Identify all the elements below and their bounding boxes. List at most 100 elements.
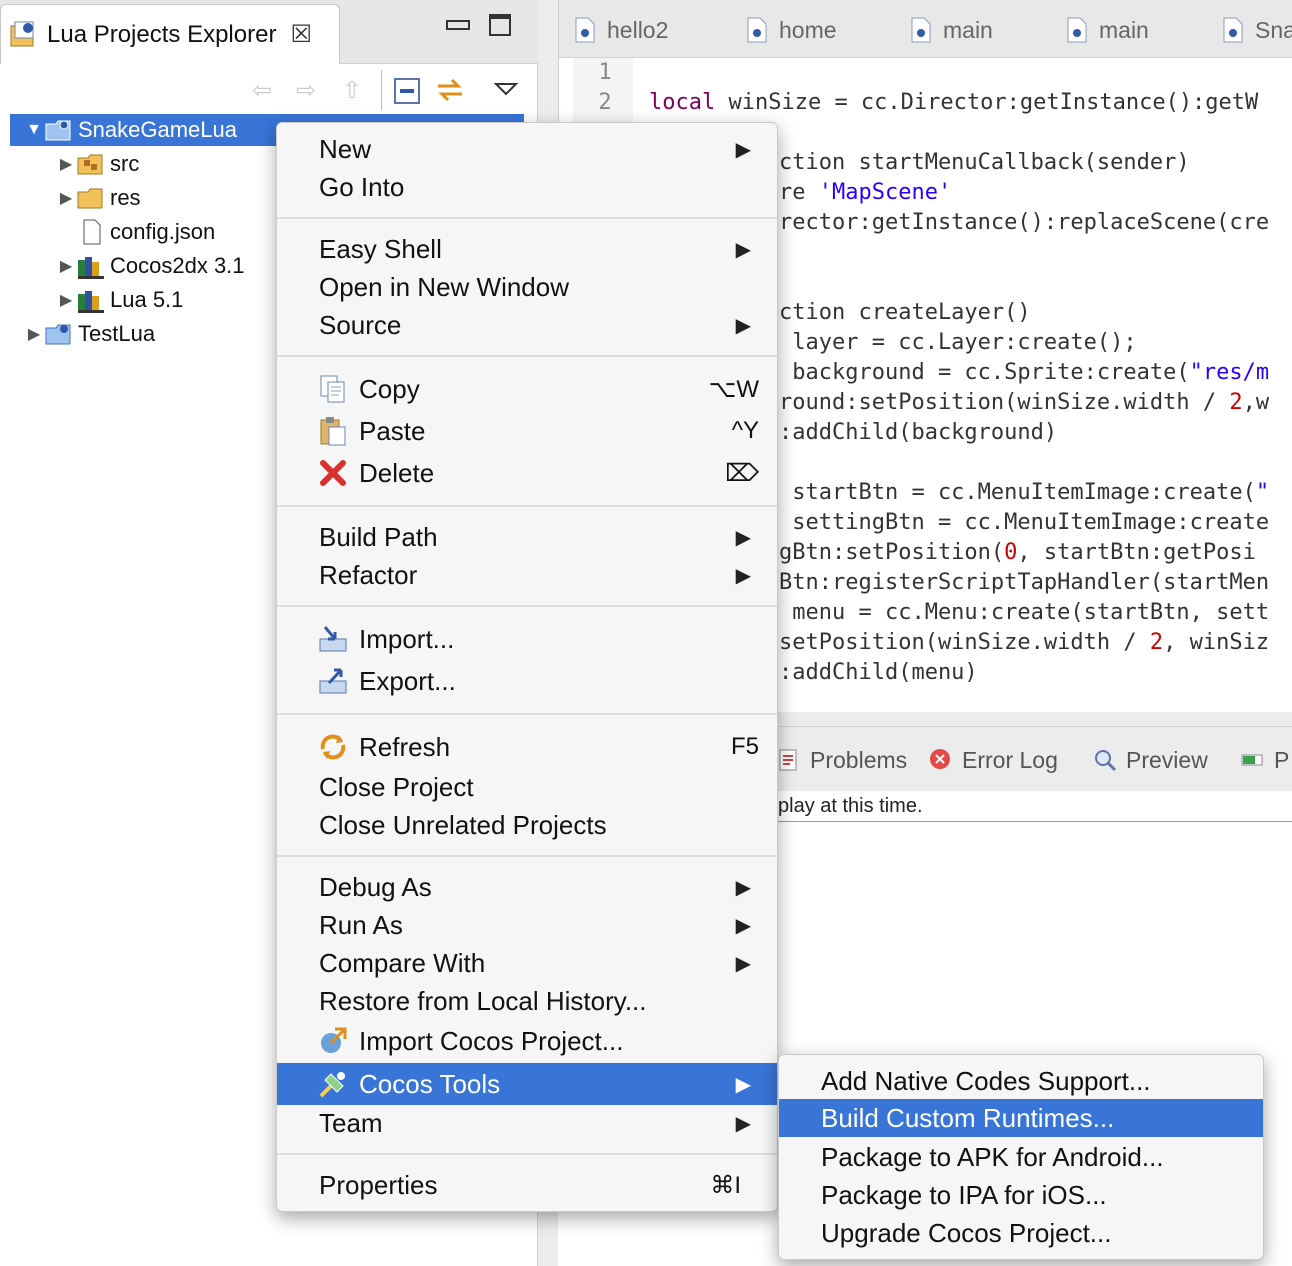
menu-item-team[interactable]: Team ▶ — [277, 1103, 777, 1143]
tree-item-res[interactable]: ▶ res — [56, 182, 141, 214]
menu-item-label: Build Custom Runtimes... — [821, 1102, 1115, 1133]
menu-item-refactor[interactable]: Refactor ▶ — [277, 555, 777, 595]
tree-item-testlua[interactable]: ▶ TestLua — [24, 318, 155, 350]
menu-item-import-cocos[interactable]: Import Cocos Project... — [277, 1021, 777, 1061]
code-line: setPosition(winSize.width / 2, winSiz — [779, 630, 1269, 655]
menu-item-export[interactable]: Export... — [277, 661, 777, 701]
editor-tab-sna[interactable]: Sna — [1221, 10, 1292, 50]
expand-toggle-icon[interactable]: ▶ — [56, 188, 76, 208]
menu-item-import[interactable]: Import... — [277, 619, 777, 659]
editor-tab-main-2[interactable]: main — [1065, 10, 1149, 50]
code-line: :addChild(menu) — [779, 660, 978, 685]
code-number: 2 — [1149, 630, 1164, 655]
menu-separator — [277, 605, 777, 607]
lua-file-icon — [747, 17, 767, 43]
code-line: Btn:registerScriptTapHandler(startMen — [779, 570, 1269, 595]
tree-item-lua[interactable]: ▶ Lua 5.1 — [56, 284, 183, 316]
submenu-item-add-native-codes[interactable]: Add Native Codes Support... — [779, 1061, 1263, 1101]
submenu-arrow-icon: ▶ — [735, 1112, 751, 1135]
view-menu-icon[interactable] — [490, 74, 522, 106]
tab-label: P — [1274, 746, 1290, 773]
expand-toggle-icon[interactable]: ▼ — [24, 121, 44, 139]
expand-toggle-icon[interactable]: ▶ — [56, 290, 76, 310]
up-folder-icon[interactable]: ⇧ — [336, 74, 368, 106]
shortcut-label: ^Y — [731, 417, 759, 444]
menu-item-debug-as[interactable]: Debug As ▶ — [277, 867, 777, 907]
forward-arrow-icon[interactable]: ⇨ — [290, 74, 322, 106]
editor-tab-main[interactable]: main — [909, 10, 993, 50]
library-icon — [78, 257, 104, 279]
menu-item-close-unrelated[interactable]: Close Unrelated Projects — [277, 805, 777, 845]
menu-item-properties[interactable]: Properties ⌘I — [277, 1165, 777, 1205]
tree-item-label: res — [110, 185, 141, 210]
code-text: Btn:registerScriptTapHandler(startMen — [779, 570, 1270, 595]
menu-item-run-as[interactable]: Run As ▶ — [277, 905, 777, 945]
menu-item-label: Import Cocos Project... — [359, 1025, 624, 1056]
editor-tab-label: hello2 — [607, 16, 669, 43]
tab-preview[interactable]: Preview — [1092, 741, 1208, 779]
minimize-button[interactable] — [446, 14, 470, 36]
menu-item-copy[interactable]: Copy ⌥W — [277, 369, 777, 409]
menu-separator — [277, 713, 777, 715]
menu-item-label: Package to IPA for iOS... — [821, 1179, 1107, 1210]
menu-separator — [277, 855, 777, 857]
menu-item-cocos-tools[interactable]: Cocos Tools ▶ — [277, 1063, 777, 1105]
menu-item-paste[interactable]: Paste ^Y — [277, 411, 777, 451]
submenu-item-package-ipa[interactable]: Package to IPA for iOS... — [779, 1175, 1263, 1215]
menu-item-label: Package to APK for Android... — [821, 1141, 1164, 1172]
menu-item-label: Debug As — [319, 871, 432, 902]
menu-item-open-new-window[interactable]: Open in New Window — [277, 267, 777, 307]
submenu-item-build-custom-runtimes[interactable]: Build Custom Runtimes... — [779, 1099, 1263, 1137]
code-number: 2 — [1229, 390, 1243, 415]
collapse-all-icon[interactable] — [392, 74, 424, 106]
code-text: rector:getInstance():replaceScene(cre — [779, 210, 1270, 235]
menu-separator — [277, 1153, 777, 1155]
shortcut-label: F5 — [730, 733, 759, 760]
tab-error-log[interactable]: Error Log — [928, 741, 1058, 779]
tab-p[interactable]: P — [1240, 741, 1289, 779]
close-icon[interactable]: ☒ — [290, 20, 312, 49]
code-number: 0 — [1004, 540, 1018, 565]
code-string: 'MapScene' — [818, 180, 952, 205]
code-line: background = cc.Sprite:create("res/m — [779, 360, 1269, 385]
expand-toggle-icon[interactable]: ▶ — [56, 154, 76, 174]
submenu-item-package-apk[interactable]: Package to APK for Android... — [779, 1137, 1263, 1177]
menu-item-label: Open in New Window — [319, 271, 569, 302]
code-line: layer = cc.Layer:create(); — [779, 330, 1136, 355]
tab-lua-projects-explorer[interactable]: Lua Projects Explorer ☒ — [0, 4, 340, 64]
menu-item-delete[interactable]: Delete ⌦ — [277, 453, 777, 493]
submenu-item-upgrade-cocos[interactable]: Upgrade Cocos Project... — [779, 1213, 1263, 1253]
maximize-button[interactable] — [489, 14, 511, 36]
menu-item-build-path[interactable]: Build Path ▶ — [277, 517, 777, 557]
menu-item-easy-shell[interactable]: Easy Shell ▶ — [277, 229, 777, 269]
tab-problems[interactable]: Problems — [776, 741, 907, 779]
cocos-import-icon — [321, 1027, 347, 1053]
code-text: :addChild(background) — [779, 420, 1058, 445]
menu-item-source[interactable]: Source ▶ — [277, 305, 777, 345]
submenu-arrow-icon: ▶ — [735, 314, 751, 337]
expand-toggle-icon[interactable]: ▶ — [24, 324, 44, 344]
menu-item-new[interactable]: New ▶ — [277, 129, 777, 169]
tree-item-config-json[interactable]: config.json — [76, 216, 215, 248]
editor-tab-home[interactable]: home — [745, 10, 837, 50]
folder-icon — [77, 188, 103, 209]
menu-item-refresh[interactable]: Refresh F5 — [277, 727, 777, 767]
expand-toggle-icon[interactable]: ▶ — [56, 256, 76, 276]
lua-file-icon — [1223, 17, 1243, 43]
menu-item-close-project[interactable]: Close Project — [277, 767, 777, 807]
editor-tab-hello2[interactable]: hello2 — [573, 10, 668, 50]
line-number: 1 — [598, 60, 612, 85]
menu-item-label: Source — [319, 309, 402, 340]
menu-item-label: Add Native Codes Support... — [821, 1065, 1151, 1096]
tree-item-cocos2dx[interactable]: ▶ Cocos2dx 3.1 — [56, 250, 245, 282]
editor-tab-label: home — [779, 16, 837, 43]
back-arrow-icon[interactable]: ⇦ — [246, 74, 278, 106]
link-with-editor-icon[interactable] — [434, 74, 466, 106]
tree-item-src[interactable]: ▶ src — [56, 148, 139, 180]
line-number: 2 — [598, 90, 612, 115]
menu-item-restore-history[interactable]: Restore from Local History... — [277, 981, 777, 1021]
menu-item-compare-with[interactable]: Compare With ▶ — [277, 943, 777, 983]
menu-item-go-into[interactable]: Go Into — [277, 167, 777, 207]
code-text: re — [779, 180, 819, 205]
tree-item-label: TestLua — [78, 321, 156, 346]
